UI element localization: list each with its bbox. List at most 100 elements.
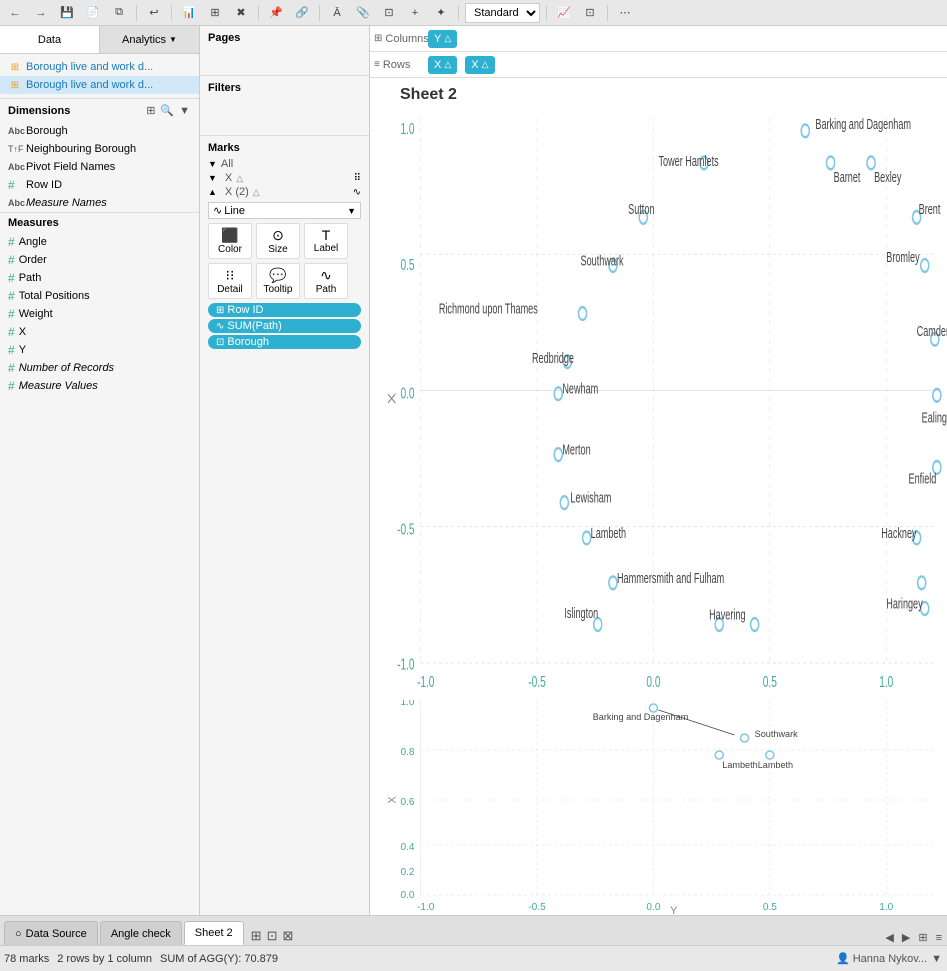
measure-hash-order: # [8,253,15,267]
left-panel: Data Analytics ▼ ⊞ Borough live and work… [0,26,200,915]
new-story-button[interactable]: ⊠ [281,927,294,945]
tab-analytics[interactable]: Analytics ▼ [100,26,199,53]
table-button[interactable]: ⊞ [204,3,226,23]
svg-text:Tower Hamlets: Tower Hamlets [659,153,719,170]
tab-data-source[interactable]: ○ Data Source [4,921,98,945]
new-button[interactable]: 📄 [82,3,104,23]
rows-x2-pill[interactable]: X △ [465,56,494,74]
label-button[interactable]: T Label [304,223,348,259]
marks-all-label: All [221,158,233,170]
link-button[interactable]: 🔗 [291,3,313,23]
tab-scroll-left[interactable]: ◀ [884,930,894,945]
measure-hash-y: # [8,343,15,357]
pill-sum-path[interactable]: ∿ SUM(Path) [208,319,361,333]
measure-measure-values[interactable]: # Measure Values [0,377,199,395]
datasource-item-2[interactable]: ⊞ Borough live and work d... [0,76,199,94]
bar-chart-button[interactable]: 📊 [178,3,200,23]
size-button[interactable]: ⊙ Size [256,223,300,259]
present-button[interactable]: ⊡ [579,3,601,23]
svg-text:Newham: Newham [562,381,598,398]
pill-rowid-label: Row ID [227,304,263,316]
chart3-button[interactable]: 📈 [553,3,575,23]
middle-panel: Pages Filters Marks ▼ All ▼ X △ ⠿ ▲ [200,26,370,915]
measure-x[interactable]: # X [0,323,199,341]
star-button[interactable]: ✦ [430,3,452,23]
path-button[interactable]: ∿ Path [304,263,348,299]
tab-sheet-2[interactable]: Sheet 2 [184,921,244,945]
plus-button[interactable]: + [404,3,426,23]
dimensions-grid-icon[interactable]: ⊞ [145,103,156,118]
share-button[interactable]: ⋯ [614,3,636,23]
datasource-item-1[interactable]: ⊞ Borough live and work d... [0,58,199,76]
dim-row-id[interactable]: # Row ID [0,176,199,194]
datasource-icon-1: ⊞ [8,60,22,74]
standard-dropdown[interactable]: Standard [465,3,540,23]
frame-button[interactable]: ⊡ [378,3,400,23]
color-button[interactable]: ⬛ Color [208,223,252,259]
nav-forward-button[interactable]: → [30,3,52,23]
dim-neighbouring-borough[interactable]: T↑F Neighbouring Borough [0,140,199,158]
highlight-button[interactable]: Ā [326,3,348,23]
measure-angle[interactable]: # Angle [0,233,199,251]
dimensions-header: Dimensions ⊞ 🔍 ▼ [0,99,199,122]
nav-back-button[interactable]: ← [4,3,26,23]
dim-measure-names[interactable]: Abc Measure Names [0,194,199,212]
line-dropdown[interactable]: ∿ Line ▼ [208,202,361,219]
pill-borough-icon: ⊡ [216,337,224,348]
undo-button[interactable]: ↩ [143,3,165,23]
measures-header: Measures [0,212,199,233]
detail-button[interactable]: ⁝⁝ Detail [208,263,252,299]
dim-pivot-field-names[interactable]: Abc Pivot Field Names [0,158,199,176]
line-label: Line [224,205,245,217]
tab-angle-check[interactable]: Angle check [100,921,182,945]
save-button[interactable]: 💾 [56,3,78,23]
tab-grid-icon[interactable]: ⊞ [917,930,928,945]
measure-path[interactable]: # Path [0,269,199,287]
chart2-button[interactable]: ✖ [230,3,252,23]
clip-button[interactable]: 📎 [352,3,374,23]
measure-order[interactable]: # Order [0,251,199,269]
measure-path-label: Path [19,272,42,284]
detail-icon: ⁝⁝ [226,267,235,284]
new-sheet-button[interactable]: ⊞ [250,927,263,945]
color-icon: ⬛ [221,227,238,244]
user-dropdown-button[interactable]: ▼ [930,952,943,966]
duplicate-button[interactable]: ⧉ [108,3,130,23]
svg-text:Sutton: Sutton [628,201,654,218]
measure-hash-angle: # [8,235,15,249]
new-dashboard-button[interactable]: ⊡ [266,927,279,945]
svg-text:Y: Y [670,905,678,915]
tab-scroll-right[interactable]: ▶ [901,930,911,945]
top-chart: 1.0 0.5 0.0 -0.5 -1.0 X Barking and Dage… [370,118,947,695]
dimensions-dropdown-icon[interactable]: ▼ [178,103,191,118]
marks-x2-row: ▲ X (2) △ ∿ [208,186,361,198]
pill-borough[interactable]: ⊡ Borough [208,335,361,349]
marks-x-row: ▼ X △ ⠿ [208,172,361,184]
columns-y-pill[interactable]: Y △ [428,30,457,48]
dim-rowid-label: Row ID [26,179,62,191]
rows-x1-pill[interactable]: X △ [428,56,457,74]
svg-text:-0.5: -0.5 [397,520,414,538]
marks-label: Marks [208,142,240,154]
tab-data[interactable]: Data [0,26,100,53]
measure-weight[interactable]: # Weight [0,305,199,323]
tab-list-icon[interactable]: ≡ [935,931,943,945]
svg-text:LambethLambeth: LambethLambeth [722,760,793,770]
measure-y[interactable]: # Y [0,341,199,359]
dimensions-search-icon[interactable]: 🔍 [159,103,175,118]
marks-x-triangle: △ [236,173,243,184]
measure-total-positions[interactable]: # Total Positions [0,287,199,305]
svg-text:0.0: 0.0 [400,890,414,901]
pill-row-id[interactable]: ⊞ Row ID [208,303,361,317]
dim-borough[interactable]: Abc Borough [0,122,199,140]
rows-lines-icon: ≡ [374,59,380,70]
measure-weight-label: Weight [19,308,53,320]
measure-number-of-records[interactable]: # Number of Records [0,359,199,377]
filters-label: Filters [208,82,241,94]
columns-label: ⊞ Columns [374,33,424,45]
measure-values-label: Measure Values [19,380,98,392]
tooltip-button[interactable]: 💬 Tooltip [256,263,300,299]
pin-button[interactable]: 📌 [265,3,287,23]
user-icon: 👤 [836,952,850,965]
right-panel: ⊞ Columns Y △ ≡ Rows X △ X △ [370,26,947,915]
